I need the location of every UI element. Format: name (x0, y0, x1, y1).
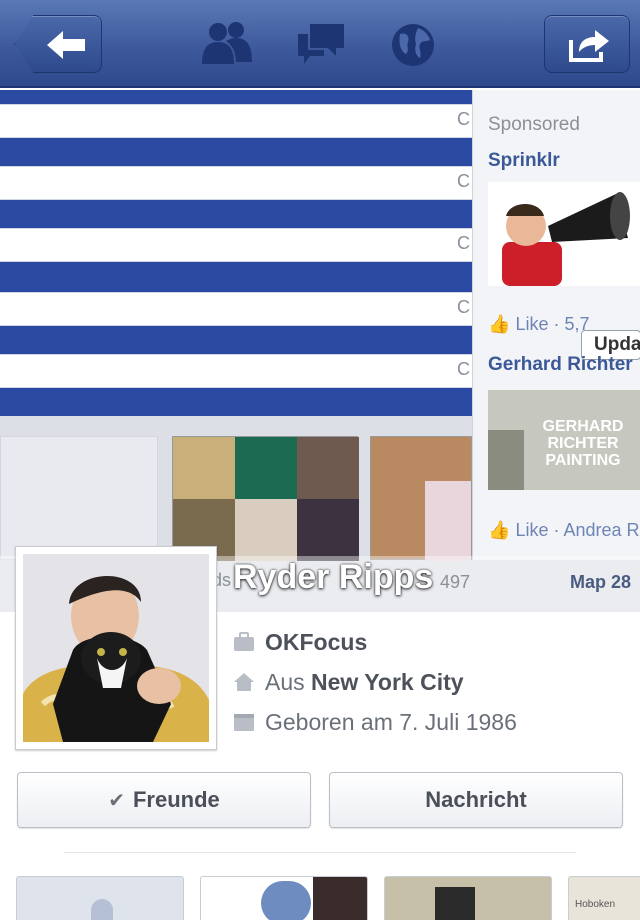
message-button-label: Nachricht (425, 787, 527, 812)
photos-thumb[interactable] (370, 436, 472, 561)
like-thumb-icon: 👍 (488, 314, 511, 334)
friends-bottom-thumb[interactable] (384, 876, 552, 920)
map-place-label: Hoboken (575, 899, 616, 910)
photos-count-fragment[interactable]: 497 (440, 572, 470, 593)
cover-stripes: C C C C C (0, 90, 472, 416)
profile-photo (23, 554, 209, 742)
share-button[interactable] (544, 15, 630, 73)
work-text[interactable]: OKFocus (265, 629, 367, 655)
birthday-row: Geboren am 7. Juli 1986 (233, 707, 517, 737)
cover-photo[interactable]: C C C C C Sponsored Sprinklr 👍 Like · 5,… (0, 90, 640, 612)
ad-gerhard-richter-name[interactable]: Gerhard Richter (488, 354, 633, 376)
messages-icon[interactable] (296, 22, 346, 66)
map-link[interactable]: Map 28 (570, 572, 631, 593)
checkmark-icon: ✔ (108, 789, 125, 812)
ad-gerhard-richter-like[interactable]: 👍 Like · Andrea R (488, 520, 640, 541)
share-icon (569, 30, 609, 62)
birthday-text: Geboren am 7. Juli 1986 (265, 708, 517, 735)
sponsored-label: Sponsored (488, 114, 580, 135)
profile-picture[interactable] (15, 546, 217, 750)
friends-button-label: Freunde (132, 787, 220, 812)
globe-icon[interactable] (390, 22, 436, 68)
friends-button[interactable]: ✔ Freunde (17, 772, 311, 828)
message-button[interactable]: Nachricht (329, 772, 623, 828)
back-arrow-icon (47, 31, 85, 59)
hometown-row[interactable]: Aus New York City (233, 667, 464, 697)
work-row[interactable]: OKFocus (233, 627, 367, 657)
about-thumb[interactable] (16, 876, 184, 920)
home-icon (234, 673, 254, 691)
friends-icon[interactable] (200, 20, 254, 66)
sponsored-column: Sponsored Sprinklr 👍 Like · 5,7 Upda Ger… (472, 90, 640, 560)
briefcase-icon (234, 632, 254, 651)
megaphone-icon (502, 192, 630, 286)
cover-thumb-left[interactable] (0, 436, 158, 560)
ad-sprinklr-name[interactable]: Sprinklr (488, 150, 560, 172)
map-bottom-thumb[interactable]: Hoboken (568, 876, 640, 920)
calendar-icon (234, 714, 254, 731)
top-navigation-bar (0, 0, 640, 88)
friends-collage-thumb[interactable] (172, 436, 359, 561)
back-button[interactable] (14, 15, 102, 73)
ad-sprinklr-like[interactable]: 👍 Like · 5,7 (488, 314, 589, 335)
ad-gerhard-richter-image[interactable]: GERHARD RICHTER PAINTING (488, 390, 640, 490)
profile-name: Ryder Ripps (233, 558, 434, 596)
divider (64, 852, 576, 853)
hometown-prefix: Aus (265, 668, 312, 695)
hometown-place[interactable]: New York City (311, 669, 464, 695)
ad-sprinklr-image[interactable] (488, 182, 640, 286)
photos-bottom-thumb[interactable] (200, 876, 368, 920)
like-thumb-icon: 👍 (488, 520, 511, 540)
